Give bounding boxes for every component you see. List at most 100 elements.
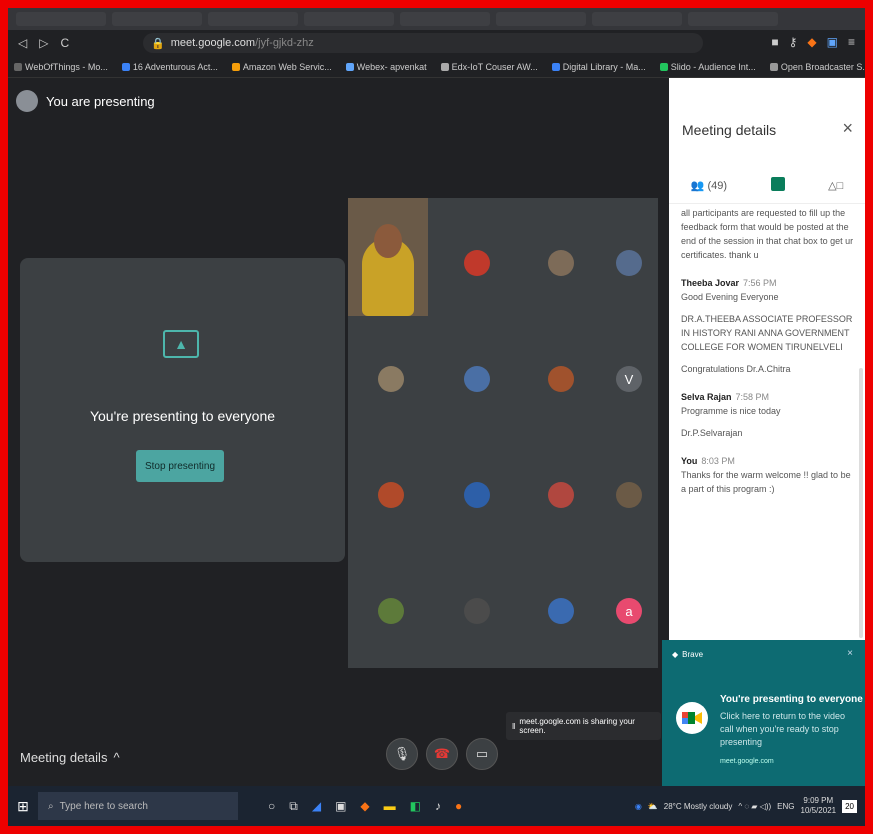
app-icon[interactable]: ◢ [312,799,321,814]
sender-name: Theeba Jovar [681,278,740,288]
browser-tab[interactable] [688,12,778,26]
presenting-notification[interactable]: ◆ Brave × You're presenting to everyone C… [662,640,865,786]
chat-scrollbar[interactable] [859,368,863,638]
notification-source: meet.google.com [720,758,774,765]
tab-people[interactable]: 👥 (49) [691,179,727,192]
microphone-button[interactable]: 🎙 [386,738,418,770]
chat-text: Good Evening Everyone [681,292,779,302]
panel-title: Meeting details [682,122,777,138]
participant-avatar[interactable]: V [616,366,642,392]
brave-icon[interactable]: ◆ [360,799,369,814]
chat-message: Selva Rajan 7:58 PM Programme is nice toda… [681,390,857,440]
app-icon[interactable]: ◧ [410,799,421,814]
bookmark-item[interactable]: Edx-IoT Couser AW... [440,61,538,72]
key-icon[interactable]: ⚷ [789,35,798,49]
browser-tab[interactable] [400,12,490,26]
participant-avatar[interactable] [464,366,490,392]
bookmark-icon [14,62,22,71]
bookmark-icon [345,62,354,71]
participant-avatar[interactable] [378,366,404,392]
participant-avatar[interactable] [548,598,574,624]
bookmark-item[interactable]: WebOfThings - Mo... [14,62,108,72]
language[interactable]: ENG [777,802,794,811]
camera-icon[interactable]: ■ [771,35,778,49]
brave-shield-icon[interactable]: ◆ [807,35,816,49]
browser-tab[interactable] [16,12,106,26]
back-icon[interactable]: ◁ [18,36,27,50]
participant-avatar[interactable] [464,598,490,624]
bookmark-item[interactable]: Webex- apvenkat [345,62,427,72]
microphone-icon: 🎙 [393,746,411,761]
app-icon[interactable]: ● [455,799,462,814]
taskbar-apps: ○ ⧉ ◢ ▣ ◆ ▬ ◧ ♪ ● [268,799,462,814]
url-path: /jyf-gjkd-zhz [255,37,314,49]
participant-avatar[interactable] [616,482,642,508]
tray-icons[interactable]: ^ ◌ ▰ ◁)) [738,802,771,811]
browser-tab[interactable] [304,12,394,26]
participant-avatar[interactable] [378,482,404,508]
chat-text: Dr.P.Selvarajan [681,428,743,438]
cortana-icon[interactable]: ○ [268,799,275,814]
tab-chat[interactable] [770,177,785,194]
bookmark-label: Digital Library - Ma... [562,61,646,72]
bookmark-item[interactable]: Digital Library - Ma... [551,61,646,72]
close-icon[interactable]: × [847,648,853,659]
bookmark-item[interactable]: Open Broadcaster S... [769,62,865,72]
browser-tab[interactable] [208,12,298,26]
bookmark-label: 16 Adventurous Act... [132,61,218,72]
reload-icon[interactable]: C [60,36,69,50]
file-explorer-icon[interactable]: ▬ [384,799,396,814]
bookmark-item[interactable]: Slido - Audience Int... [659,62,756,72]
taskbar-search[interactable]: ⌕ Type here to search [38,792,238,820]
bookmark-label: Edx-IoT Couser AW... [451,61,538,72]
address-bar[interactable]: 🔒 meet.google.com/jyf-gjkd-zhz [143,33,703,53]
participant-avatar[interactable] [548,482,574,508]
camera-button[interactable]: ▭ [466,738,498,770]
menu-icon[interactable]: ≡ [848,35,855,49]
meeting-details-label: Meeting details [20,750,108,765]
windows-start-icon[interactable]: ⊞ [8,798,38,815]
chat-text: Congratulations Dr.A.Chitra [681,364,791,374]
present-screen-icon: ▲ [163,330,199,358]
forward-icon[interactable]: ▷ [39,36,48,50]
avatar [16,90,38,112]
clock[interactable]: 9:09 PM 10/5/2021 [801,796,837,816]
bookmark-label: Amazon Web Servic... [242,61,332,72]
close-icon[interactable]: × [842,118,853,139]
meeting-details-toggle[interactable]: Meeting details ^ [20,750,120,765]
panel-tabs: 👥 (49) △□ [669,168,865,204]
bookmark-icon [659,62,668,71]
task-view-icon[interactable]: ⧉ [289,799,298,814]
browser-tab[interactable] [496,12,586,26]
notification-center-icon[interactable]: 20 [842,799,857,813]
app-icon[interactable]: ♪ [435,799,441,814]
leave-call-button[interactable]: ☎ [426,738,458,770]
stop-presenting-button[interactable]: Stop presenting [136,450,224,482]
weather-text[interactable]: 28°C Mostly cloudy [664,802,733,811]
participant-avatar[interactable] [548,250,574,276]
app-icon[interactable]: ◉ [635,802,642,811]
browser-tab[interactable] [592,12,682,26]
participant-avatar[interactable] [378,598,404,624]
browser-tab[interactable] [112,12,202,26]
tab-strip[interactable] [8,8,865,30]
bookmark-icon [769,62,778,71]
extensions-icon[interactable]: ▣ [827,35,838,49]
notification-app: ◆ Brave [672,650,703,659]
participant-avatar[interactable] [548,366,574,392]
bookmark-item[interactable]: 16 Adventurous Act... [121,61,218,72]
sender-name: Selva Rajan [681,392,732,402]
participant-avatar[interactable] [464,482,490,508]
tab-activities[interactable]: △□ [828,179,843,192]
brave-icon: ◆ [672,650,679,659]
participant-avatar[interactable] [464,250,490,276]
message-time: 7:56 PM [743,278,777,288]
bookmark-item[interactable]: Amazon Web Servic... [231,61,332,72]
participant-avatar[interactable]: a [616,598,642,624]
participant-avatar[interactable] [616,250,642,276]
url-host: meet.google.com [170,37,256,49]
self-camera-tile[interactable] [348,198,428,316]
app-icon[interactable]: ▣ [335,799,346,814]
system-tray: ◉ ⛅ 28°C Mostly cloudy ^ ◌ ▰ ◁)) ENG 9:0… [635,796,857,816]
search-placeholder: Type here to search [59,800,148,812]
